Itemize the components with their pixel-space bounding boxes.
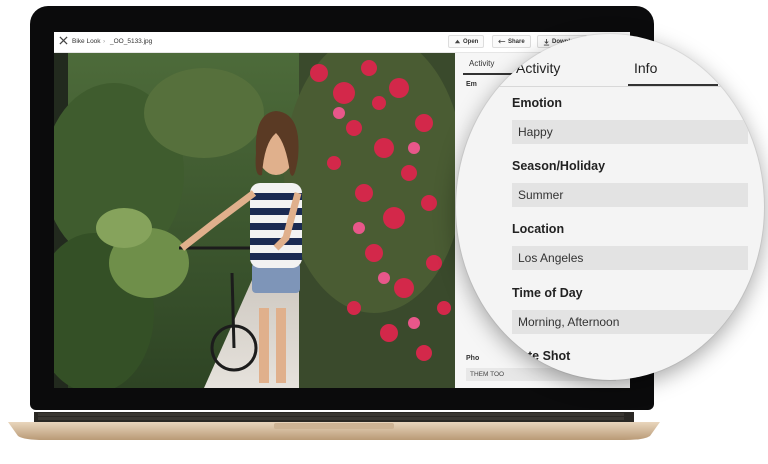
season-holiday-field[interactable]: Summer — [512, 183, 748, 207]
location-label: Location — [512, 222, 565, 236]
location-field[interactable]: Los Angeles — [512, 246, 748, 270]
time-of-day-label: Time of Day — [512, 286, 583, 300]
share-button[interactable]: Share — [492, 35, 531, 48]
open-label: Open — [463, 38, 479, 45]
tab-divider — [456, 86, 764, 87]
photo-preview[interactable] — [54, 53, 455, 388]
magnified-info-panel: Activity Info Emotion Happy Season/Holid… — [456, 34, 764, 380]
tab-activity[interactable]: Activity — [516, 60, 560, 76]
laptop-base — [8, 412, 660, 440]
time-of-day-field[interactable]: Morning, Afternoon — [512, 310, 748, 334]
tab-info[interactable]: Info — [634, 60, 657, 76]
download-icon — [543, 38, 550, 45]
breadcrumb-album[interactable]: Bike Look — [72, 38, 101, 45]
sidebar-photographer-label: Pho — [466, 355, 480, 362]
open-icon — [454, 39, 461, 44]
link-icon — [498, 39, 506, 44]
photo-image — [54, 53, 455, 388]
breadcrumb-separator: › — [103, 38, 106, 45]
sidebar-tab-activity[interactable]: Activity — [469, 59, 494, 68]
active-tab-indicator — [463, 73, 513, 75]
share-label: Share — [508, 38, 525, 45]
open-button[interactable]: Open — [448, 35, 485, 48]
close-icon[interactable] — [59, 36, 68, 45]
date-shot-label: Date Shot — [512, 349, 571, 363]
breadcrumb-filename: _OO_5133.jpg — [110, 38, 153, 45]
emotion-label: Emotion — [512, 96, 562, 110]
season-holiday-label: Season/Holiday — [512, 159, 606, 173]
emotion-field[interactable]: Happy — [512, 120, 748, 144]
